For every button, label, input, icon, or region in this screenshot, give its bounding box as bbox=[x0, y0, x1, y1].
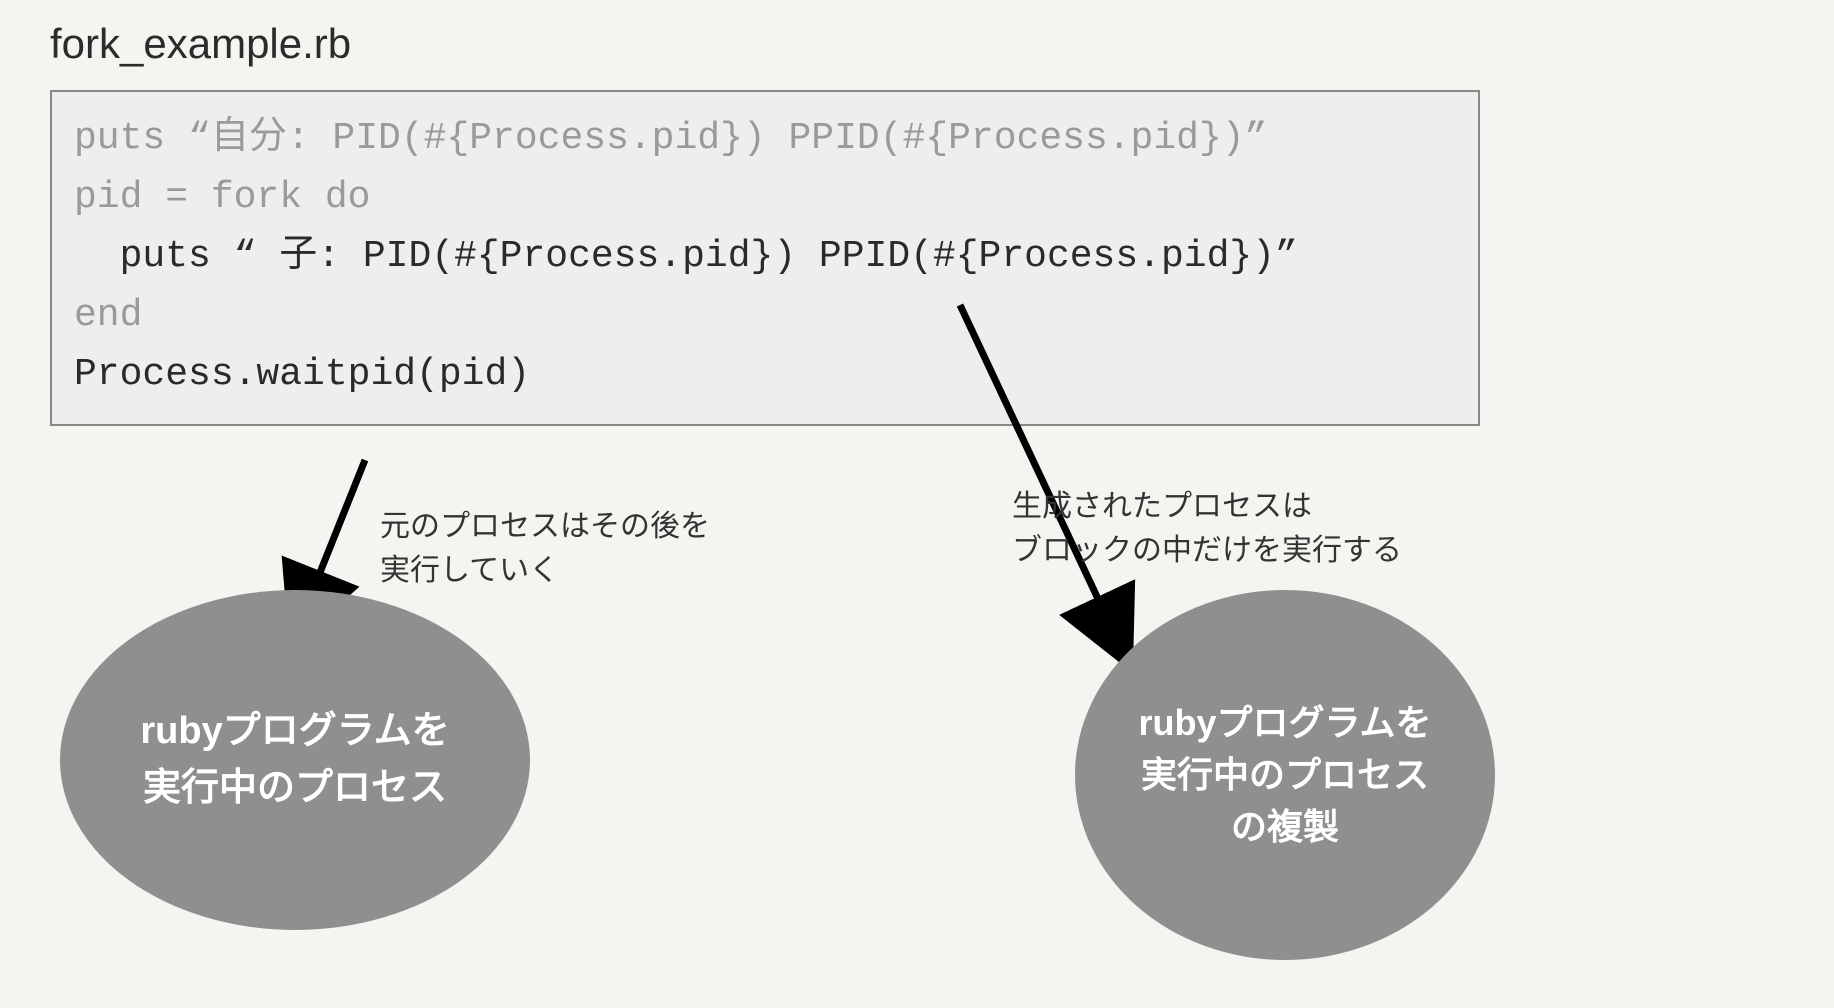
bubble-line: rubyプログラムを bbox=[140, 703, 449, 760]
bubble-line: 実行中のプロセス bbox=[1139, 749, 1432, 801]
note-line: 実行していく bbox=[380, 549, 780, 593]
code-line-2: pid = fork do bbox=[74, 169, 1456, 228]
note-line: 生成されたプロセスは bbox=[1012, 485, 1452, 529]
file-title: fork_example.rb bbox=[50, 20, 351, 68]
code-line-1: puts “自分: PID(#{Process.pid}) PPID(#{Pro… bbox=[74, 110, 1456, 169]
bubble-line: の複製 bbox=[1139, 801, 1432, 853]
note-forked-process: 生成されたプロセスは ブロックの中だけを実行する bbox=[1012, 485, 1452, 572]
process-bubble-copy: rubyプログラムを 実行中のプロセス の複製 bbox=[1075, 590, 1495, 960]
note-line: ブロックの中だけを実行する bbox=[1012, 529, 1452, 573]
code-line-5: Process.waitpid(pid) bbox=[74, 346, 1456, 405]
code-line-4: end bbox=[74, 287, 1456, 346]
bubble-line: rubyプログラムを bbox=[1139, 697, 1432, 749]
process-bubble-original: rubyプログラムを 実行中のプロセス bbox=[60, 590, 530, 930]
note-line: 元のプロセスはその後を bbox=[380, 505, 780, 549]
bubble-line: 実行中のプロセス bbox=[140, 760, 449, 817]
code-block: puts “自分: PID(#{Process.pid}) PPID(#{Pro… bbox=[50, 90, 1480, 426]
note-original-process: 元のプロセスはその後を 実行していく bbox=[380, 505, 780, 592]
code-line-3: puts “ 子: PID(#{Process.pid}) PPID(#{Pro… bbox=[74, 228, 1456, 287]
